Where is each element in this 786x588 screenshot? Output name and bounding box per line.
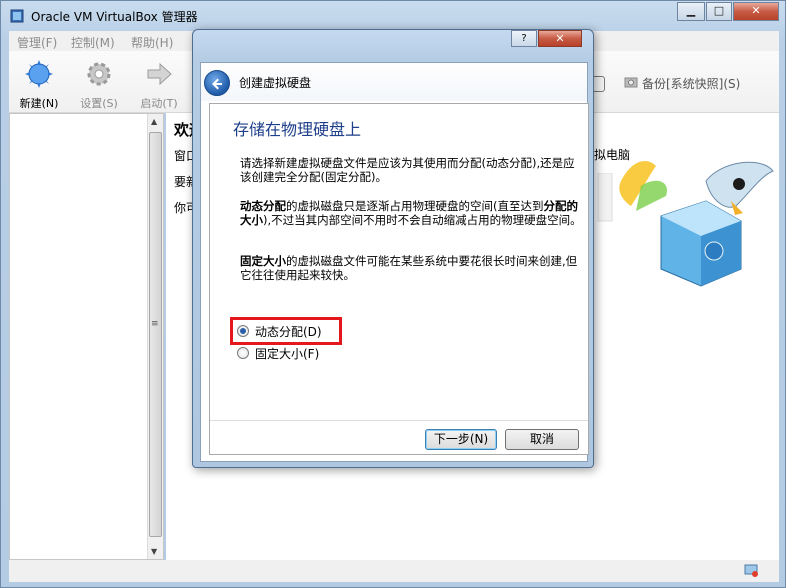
dialog-body: 创建虚拟硬盘 存储在物理硬盘上 请选择新建虚拟硬盘文件是应该为其使用而分配(动态… [200,62,589,462]
next-button[interactable]: 下一步(N) [425,429,497,450]
new-sun-icon [25,60,53,88]
minimize-button[interactable]: ▁ [677,2,705,21]
status-bar [9,560,779,582]
virtualbox-mascot-illustration [619,161,774,287]
fixed-term: 固定大小 [240,254,286,268]
scroll-down-arrow-icon[interactable]: ▼ [151,547,157,556]
dynamic-description: 动态分配的虚拟磁盘只是逐渐占用物理硬盘的空间(直至达到分配的大小),不过当其内部… [240,199,585,227]
snapshots-button[interactable]: 备份[系统快照](S) [642,75,740,92]
virtualbox-app-icon [10,9,24,23]
dynamic-text-b: ),不过当其内部空间不用时不会自动缩减占用的物理硬盘空间。 [263,213,582,227]
arrow-right-icon [147,62,172,86]
scroll-up-arrow-icon[interactable]: ▲ [151,117,157,126]
settings-label: 设置(S) [80,97,118,110]
wizard-page: 存储在物理硬盘上 请选择新建虚拟硬盘文件是应该为其使用而分配(动态分配),还是应… [209,103,589,455]
title-bar: Oracle VM VirtualBox 管理器 ▁ □ ✕ [1,1,786,31]
vm-list[interactable]: ▲ ≡ ▼ [9,113,164,560]
dialog-title: 创建虚拟硬盘 [239,76,312,90]
close-button[interactable]: ✕ [733,2,779,21]
radio-fixed-label[interactable]: 固定大小(F) [255,345,319,362]
vm-list-scrollbar[interactable]: ▲ ≡ ▼ [147,114,163,559]
intro-paragraph: 请选择新建虚拟硬盘文件是应该为其使用而分配(动态分配),还是应该创建完全分配(固… [240,156,575,184]
cancel-button[interactable]: 取消 [505,429,579,450]
settings-button[interactable]: 设置(S) [71,59,127,111]
fixed-description: 固定大小的虚拟磁盘文件可能在某些系统中要花很长时间来创建,但它往往使用起来较快。 [240,254,585,282]
menu-manage[interactable]: 管理(F) [17,34,57,51]
page-title: 存储在物理硬盘上 [233,120,362,139]
menu-help[interactable]: 帮助(H) [131,34,173,51]
dialog-close-button[interactable]: ✕ [538,30,582,47]
dynamic-text-a: 的虚拟磁盘只是逐渐占用物理硬盘的空间(直至达到 [286,199,544,213]
button-divider [210,420,588,421]
dynamic-term: 动态分配 [240,199,286,213]
camera-icon [624,77,638,88]
dialog-header: 创建虚拟硬盘 [201,63,587,101]
back-arrow-icon [212,78,222,90]
radio-fixed[interactable]: 固定大小(F) [237,344,319,362]
new-vm-label: 新建(N) [19,97,59,110]
back-button[interactable] [204,70,230,96]
help-button[interactable]: ? [511,30,537,47]
start-button[interactable]: 启动(T) [131,59,187,111]
gear-icon [87,62,111,86]
window-title: Oracle VM VirtualBox 管理器 [31,10,198,24]
grip-icon: ≡ [151,319,159,329]
new-vm-button[interactable]: 新建(N) [11,59,67,111]
fixed-text: 的虚拟磁盘文件可能在某些系统中要花很长时间来创建,但它往往使用起来较快。 [240,254,578,282]
start-label: 启动(T) [140,97,178,110]
create-virtual-disk-dialog: ? ✕ 创建虚拟硬盘 存储在物理硬盘上 请选择新建虚拟硬盘文件是应该为其使用而分… [192,29,594,468]
network-status-icon [744,564,758,577]
menu-control[interactable]: 控制(M) [71,34,115,51]
maximize-button[interactable]: □ [706,2,732,21]
scroll-thumb[interactable] [149,132,162,537]
annotation-highlight-box [230,317,342,345]
radio-fixed-button[interactable] [237,347,249,359]
